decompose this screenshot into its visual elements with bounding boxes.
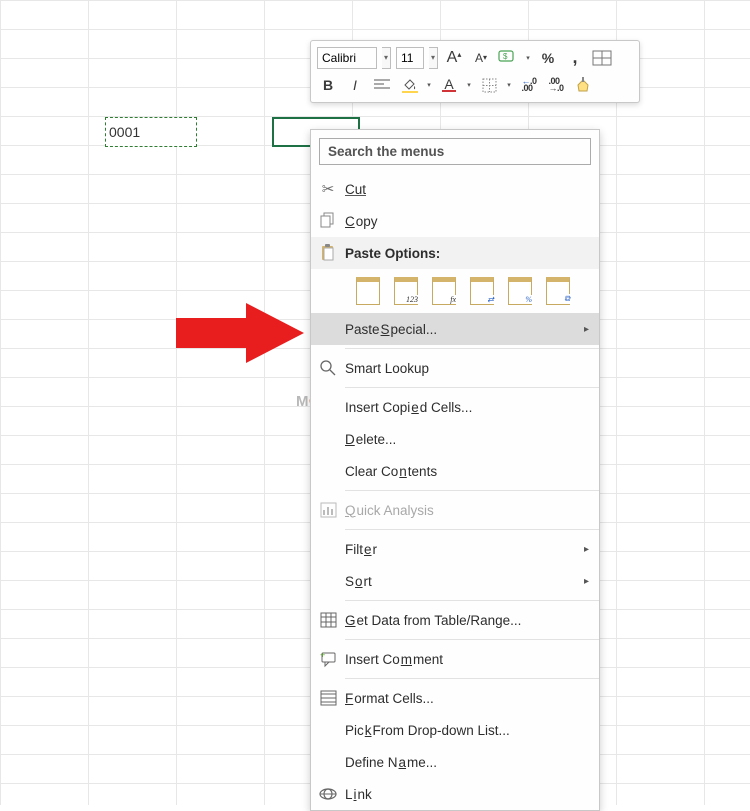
red-arrow-annotation — [176, 303, 306, 368]
comment-icon: + — [311, 652, 345, 667]
search-icon — [311, 360, 345, 376]
merge-center-button[interactable] — [591, 47, 613, 69]
font-color-button[interactable]: A — [438, 74, 460, 96]
paste-formatting-button[interactable]: % — [503, 274, 537, 308]
percent-button[interactable]: % — [537, 47, 559, 69]
grow-font-button[interactable]: A▴ — [443, 47, 465, 69]
table-icon — [311, 613, 345, 627]
menu-insert-comment[interactable]: + Insert Comment — [311, 643, 599, 675]
font-color-dropdown[interactable]: ▾ — [465, 74, 473, 96]
align-button[interactable] — [371, 74, 393, 96]
link-icon — [311, 788, 345, 800]
italic-button[interactable]: I — [344, 74, 366, 96]
context-menu: Search the menus ✂ Cut Copy Paste Option… — [310, 129, 600, 811]
menu-cut[interactable]: ✂ Cut — [311, 173, 599, 205]
borders-dropdown[interactable]: ▾ — [505, 74, 513, 96]
menu-paste-special[interactable]: Paste Special... ▸ — [311, 313, 599, 345]
paste-transpose-button[interactable]: ⇄ — [465, 274, 499, 308]
accounting-format-button[interactable]: $ — [497, 47, 519, 69]
paste-values-button[interactable]: 123 — [389, 274, 423, 308]
font-size-box[interactable]: 11 — [396, 47, 424, 69]
fill-color-dropdown[interactable]: ▾ — [425, 74, 433, 96]
menu-delete[interactable]: Delete... — [311, 423, 599, 455]
fill-color-button[interactable] — [398, 74, 420, 96]
svg-text:+: + — [320, 650, 325, 660]
menu-copy[interactable]: Copy — [311, 205, 599, 237]
comma-button[interactable]: , — [564, 47, 586, 69]
menu-get-data[interactable]: Get Data from Table/Range... — [311, 604, 599, 636]
menu-sort[interactable]: Sort ▸ — [311, 565, 599, 597]
submenu-arrow-icon: ▸ — [584, 324, 589, 335]
decrease-decimal-button[interactable]: .00→.0 — [545, 74, 567, 96]
borders-button[interactable] — [478, 74, 500, 96]
copy-source-cell[interactable]: 0001 — [105, 117, 197, 147]
paste-formulas-button[interactable]: fx — [427, 274, 461, 308]
format-cells-icon — [311, 691, 345, 705]
increase-decimal-button[interactable]: ←.0.00 — [518, 74, 540, 96]
font-size-dropdown[interactable]: ▾ — [429, 47, 438, 69]
search-placeholder: Search the menus — [328, 144, 444, 159]
font-name-box[interactable]: Calibri — [317, 47, 377, 69]
menu-paste-options-header: Paste Options: — [311, 237, 599, 269]
menu-search-input[interactable]: Search the menus — [319, 138, 591, 165]
menu-pick-from-list[interactable]: Pick From Drop-down List... — [311, 714, 599, 746]
cell-value: 0001 — [109, 124, 140, 140]
menu-define-name[interactable]: Define Name... — [311, 746, 599, 778]
quick-analysis-icon — [311, 503, 345, 517]
menu-format-cells[interactable]: Format Cells... — [311, 682, 599, 714]
menu-link[interactable]: Link — [311, 778, 599, 810]
menu-smart-lookup[interactable]: Smart Lookup — [311, 352, 599, 384]
paste-link-button[interactable]: ⧉ — [541, 274, 575, 308]
paste-icon — [311, 244, 345, 262]
font-name-dropdown[interactable]: ▾ — [382, 47, 391, 69]
mini-toolbar: Calibri ▾ 11 ▾ A▴ A▾ $ ▾ % , B I ▾ A ▾ — [310, 40, 640, 103]
copy-icon — [311, 213, 345, 229]
submenu-arrow-icon: ▸ — [584, 544, 589, 555]
paste-all-button[interactable] — [351, 274, 385, 308]
menu-clear-contents[interactable]: Clear Contents — [311, 455, 599, 487]
menu-quick-analysis: Quick Analysis — [311, 494, 599, 526]
scissors-icon: ✂ — [311, 180, 345, 198]
svg-text:$: $ — [503, 52, 508, 61]
accounting-format-dropdown[interactable]: ▾ — [524, 47, 532, 69]
submenu-arrow-icon: ▸ — [584, 576, 589, 587]
paste-options-row: 123 fx ⇄ % ⧉ — [311, 269, 599, 313]
menu-filter[interactable]: Filter ▸ — [311, 533, 599, 565]
menu-insert-copied-cells[interactable]: Insert Copied Cells... — [311, 391, 599, 423]
format-painter-button[interactable] — [572, 74, 594, 96]
bold-button[interactable]: B — [317, 74, 339, 96]
shrink-font-button[interactable]: A▾ — [470, 47, 492, 69]
